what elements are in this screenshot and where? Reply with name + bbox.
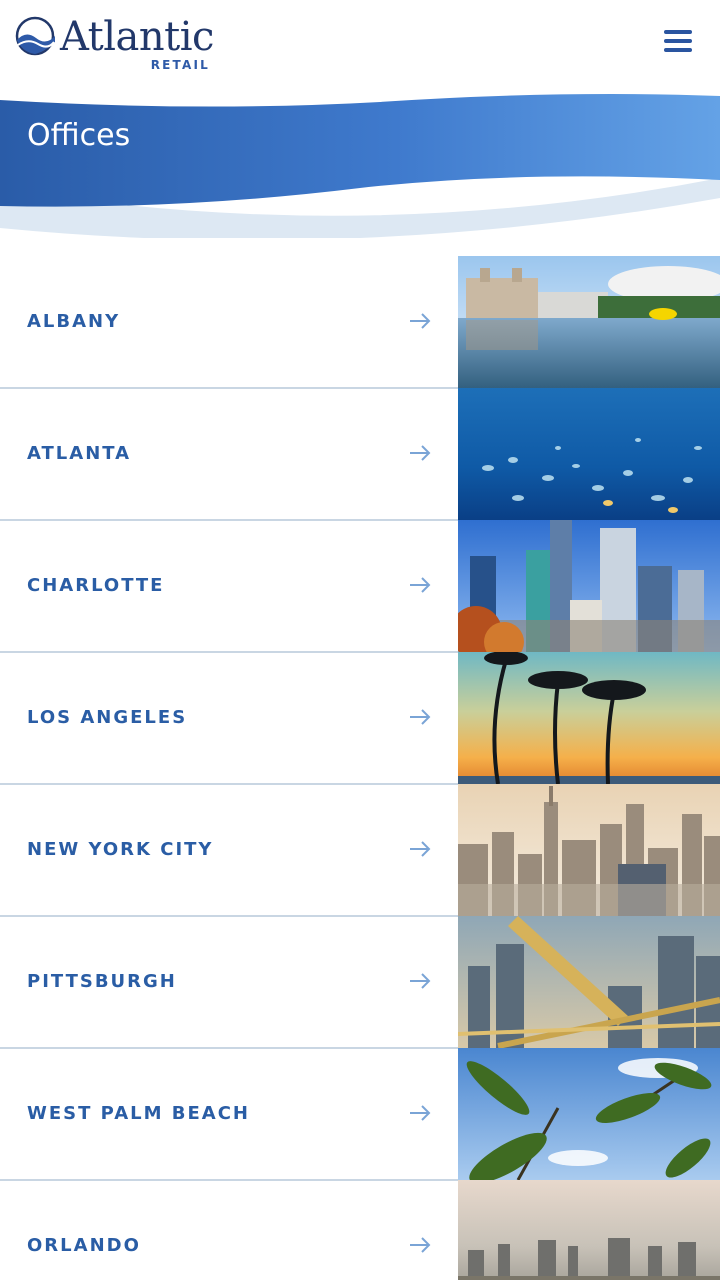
arrow-right-icon — [410, 973, 431, 989]
orlando-image — [458, 1180, 720, 1280]
arrow-right-icon — [410, 445, 431, 461]
west-palm-beach-image — [458, 1048, 720, 1180]
office-row-new-york-city[interactable]: NEW YORK CITY — [0, 784, 720, 917]
pittsburgh-image — [458, 916, 720, 1048]
site-header: Atlantic RETAIL — [0, 0, 720, 90]
office-row-orlando[interactable]: ORLANDO — [0, 1180, 720, 1280]
brand-name: Atlantic — [60, 14, 214, 60]
albany-image — [458, 256, 720, 388]
office-name: LOS ANGELES — [27, 707, 188, 728]
office-name: ALBANY — [27, 311, 121, 332]
office-row-pittsburgh[interactable]: PITTSBURGH — [0, 916, 720, 1049]
arrow-right-icon — [410, 577, 431, 593]
office-row-charlotte[interactable]: CHARLOTTE — [0, 520, 720, 653]
hamburger-menu-button[interactable] — [656, 26, 698, 58]
arrow-right-icon — [410, 313, 431, 329]
office-row-albany[interactable]: ALBANY — [0, 256, 720, 389]
office-name: CHARLOTTE — [27, 575, 165, 596]
office-name: ORLANDO — [27, 1235, 141, 1256]
atlantic-retail-logo[interactable]: Atlantic RETAIL — [14, 14, 224, 76]
atlanta-image — [458, 388, 720, 520]
wave-logo-icon — [15, 16, 55, 56]
office-row-west-palm-beach[interactable]: WEST PALM BEACH — [0, 1048, 720, 1181]
office-row-los-angeles[interactable]: LOS ANGELES — [0, 652, 720, 785]
office-row-atlanta[interactable]: ATLANTA — [0, 388, 720, 521]
arrow-right-icon — [410, 841, 431, 857]
arrow-right-icon — [410, 709, 431, 725]
arrow-right-icon — [410, 1105, 431, 1121]
los-angeles-image — [458, 652, 720, 784]
office-name: ATLANTA — [27, 443, 132, 464]
office-name: NEW YORK CITY — [27, 839, 214, 860]
office-name: WEST PALM BEACH — [27, 1103, 250, 1124]
brand-subtitle: RETAIL — [150, 58, 210, 72]
page-title: Offices — [27, 118, 131, 153]
new-york-city-image — [458, 784, 720, 916]
offices-banner — [0, 94, 720, 238]
office-name: PITTSBURGH — [27, 971, 177, 992]
menu-line — [664, 30, 692, 34]
charlotte-image — [458, 520, 720, 652]
menu-line — [664, 48, 692, 52]
menu-line — [664, 39, 692, 43]
arrow-right-icon — [410, 1237, 431, 1253]
